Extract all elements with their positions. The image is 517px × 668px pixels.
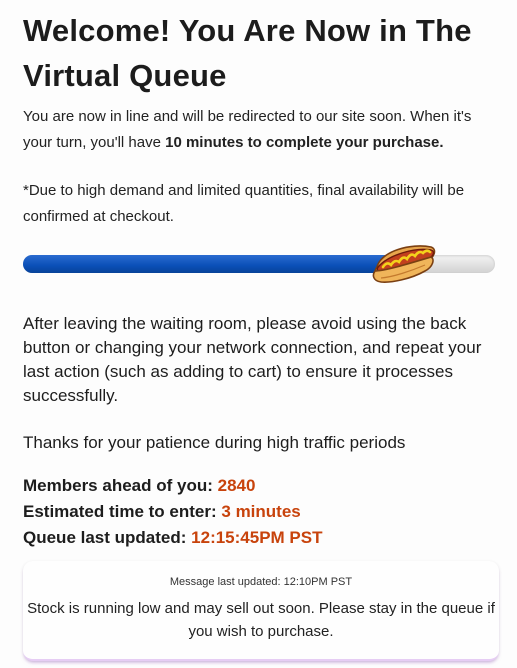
queue-updated-row: Queue last updated: 12:15:45PM PST <box>23 525 501 551</box>
hotdog-icon <box>372 245 436 283</box>
intro-text: You are now in line and will be redirect… <box>23 104 501 156</box>
queue-updated-label: Queue last updated: <box>23 528 187 547</box>
waiting-room-notice: After leaving the waiting room, please a… <box>23 314 482 405</box>
estimated-time-row: Estimated time to enter: 3 minutes <box>23 499 501 525</box>
queue-stats: Members ahead of you: 2840 Estimated tim… <box>23 473 501 551</box>
intro-text-bold: 10 minutes to complete your purchase. <box>165 134 444 151</box>
message-card: Message last updated: 12:10PM PST Stock … <box>23 561 499 661</box>
members-ahead-row: Members ahead of you: 2840 <box>23 473 501 499</box>
estimated-time-value: 3 minutes <box>221 502 301 521</box>
thanks-message: Thanks for your patience during high tra… <box>23 433 406 452</box>
members-ahead-label: Members ahead of you: <box>23 476 213 495</box>
page-title: Welcome! You Are Now in The Virtual Queu… <box>23 13 472 93</box>
queue-updated-value: 12:15:45PM PST <box>191 528 323 547</box>
availability-disclaimer: *Due to high demand and limited quantiti… <box>23 182 465 225</box>
estimated-time-label: Estimated time to enter: <box>23 502 217 521</box>
message-timestamp: Message last updated: 12:10PM PST <box>169 576 353 588</box>
members-ahead-value: 2840 <box>217 476 256 495</box>
message-text: Stock is running low and may sell out so… <box>27 600 495 640</box>
queue-page: Welcome! You Are Now in The Virtual Queu… <box>23 0 501 551</box>
progress-fill <box>23 255 401 273</box>
queue-progress-bar <box>23 245 495 283</box>
